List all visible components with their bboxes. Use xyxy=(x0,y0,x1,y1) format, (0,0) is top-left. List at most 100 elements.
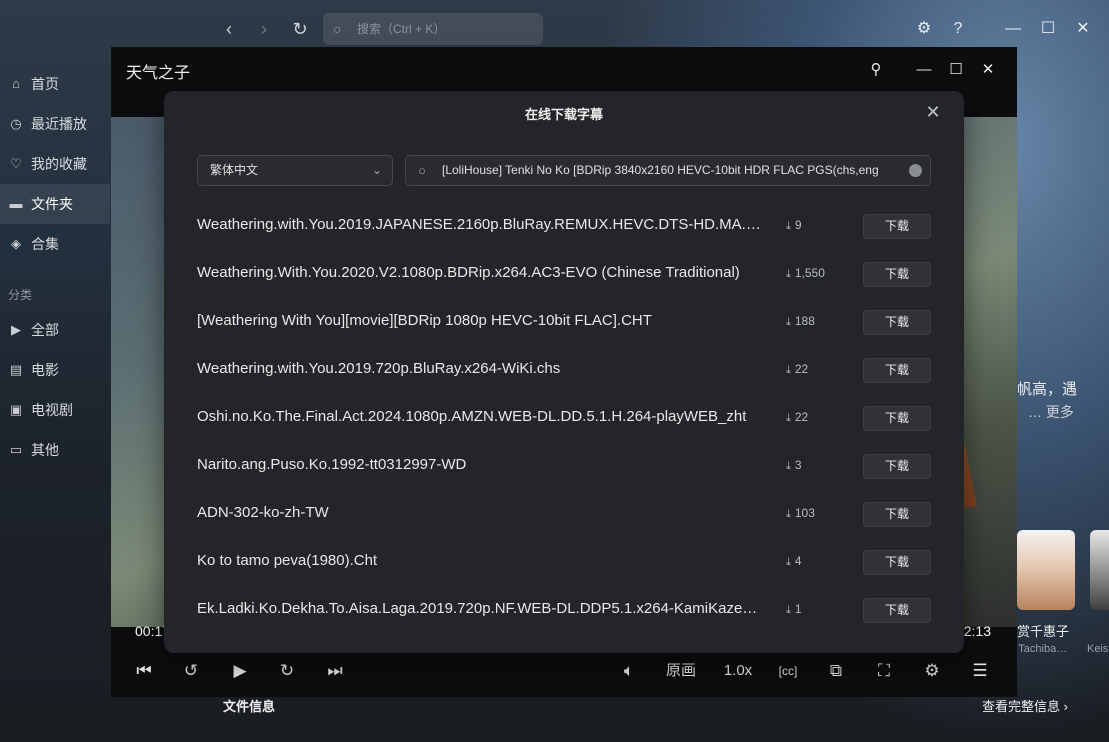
download-button[interactable]: 下载 xyxy=(863,214,931,239)
language-select-value: 繁体中文 xyxy=(210,163,259,177)
quality-button[interactable]: 原画 xyxy=(661,657,701,685)
play-icon[interactable]: ▶ xyxy=(227,657,253,685)
sidebar-item-folders[interactable]: ▬ 文件夹 xyxy=(0,184,110,224)
download-count-value: 188 xyxy=(794,314,815,328)
fullscreen-icon[interactable]: ⛶ xyxy=(871,657,897,685)
subtitle-name: ADN-302-ko-zh-TW xyxy=(197,504,329,521)
sidebar-item-label: 全部 xyxy=(31,322,59,338)
download-icon: ⤓ xyxy=(786,412,791,424)
download-button[interactable]: 下载 xyxy=(863,598,931,623)
download-count-value: 103 xyxy=(794,506,815,520)
sidebar-item-collections[interactable]: ◈ 合集 xyxy=(0,224,110,264)
forward-15-icon[interactable]: ↻ xyxy=(274,657,300,685)
cast-name: 赏千惠子 xyxy=(1017,624,1070,639)
pin-icon[interactable]: ⚲ xyxy=(863,57,889,83)
download-count: ⤓ 4 xyxy=(786,554,802,569)
cast-avatar[interactable] xyxy=(1090,530,1109,610)
more-link[interactable]: … 更多 xyxy=(1028,402,1074,422)
download-icon: ⤓ xyxy=(786,268,791,280)
language-select[interactable]: 繁体中文 ⌄ xyxy=(197,155,393,186)
download-button[interactable]: 下载 xyxy=(863,502,931,527)
full-info-link[interactable]: 查看完整信息 › xyxy=(982,696,1068,715)
download-button[interactable]: 下载 xyxy=(863,358,931,383)
download-icon: ⤓ xyxy=(786,316,791,328)
download-count-value: 1 xyxy=(794,602,802,616)
download-count-value: 3 xyxy=(794,458,802,472)
sidebar-item-other[interactable]: ▭ 其他 xyxy=(0,430,110,470)
sidebar-item-label: 文件夹 xyxy=(31,196,73,212)
window-close-icon[interactable]: ✕ xyxy=(1068,14,1098,44)
download-count: ⤓ 1,550 xyxy=(786,266,825,281)
tv-icon: ▣ xyxy=(9,402,23,417)
film-icon: ▤ xyxy=(9,362,23,377)
window-maximize-icon[interactable]: ☐ xyxy=(1033,14,1063,44)
subtitle-search-input[interactable]: ○ [LoliHouse] Tenki No Ko [BDRip 3840x21… xyxy=(405,155,931,186)
settings-gear-icon[interactable]: ⚙ xyxy=(919,657,945,685)
subtitles-icon[interactable]: [cc] xyxy=(775,657,801,685)
sidebar-item-recent[interactable]: ◷ 最近播放 xyxy=(0,104,110,144)
heart-icon: ♡ xyxy=(10,156,22,171)
download-icon: ⤓ xyxy=(786,604,791,616)
sidebar: ⌂ 首页 ◷ 最近播放 ♡ 我的收藏 ▬ 文件夹 ◈ 合集 分类 ▶ 全部 ▤ … xyxy=(0,64,110,470)
sidebar-item-label: 电影 xyxy=(31,362,59,378)
sidebar-item-favorites[interactable]: ♡ 我的收藏 xyxy=(0,144,110,184)
settings-icon[interactable]: ⚙ xyxy=(909,14,939,44)
player-maximize-icon[interactable]: ☐ xyxy=(943,57,969,83)
subtitle-results-list: Weathering.with.You.2019.JAPANESE.2160p.… xyxy=(164,202,964,634)
play-box-icon: ▶ xyxy=(11,322,21,337)
download-count: ⤓ 188 xyxy=(786,314,815,329)
sidebar-item-home[interactable]: ⌂ 首页 xyxy=(0,64,110,104)
download-button[interactable]: 下载 xyxy=(863,454,931,479)
file-info-heading: 文件信息 xyxy=(223,699,276,714)
download-count-value: 1,550 xyxy=(794,266,825,280)
download-button[interactable]: 下载 xyxy=(863,550,931,575)
chevron-down-icon: ⌄ xyxy=(371,163,382,177)
download-icon: ⤓ xyxy=(786,364,791,376)
download-count: ⤓ 1 xyxy=(786,602,802,617)
player-close-icon[interactable]: ✕ xyxy=(975,57,1001,83)
category-heading: 分类 xyxy=(8,288,33,302)
sidebar-item-movies[interactable]: ▤ 电影 xyxy=(0,350,110,390)
folder-icon: ▬ xyxy=(9,196,23,211)
download-button[interactable]: 下载 xyxy=(863,310,931,335)
search-placeholder: 搜索（Ctrl + K） xyxy=(357,22,446,36)
download-button[interactable]: 下载 xyxy=(863,406,931,431)
search-input[interactable]: ○ 搜索（Ctrl + K） xyxy=(323,13,543,45)
sidebar-item-all[interactable]: ▶ 全部 xyxy=(0,310,110,350)
dialog-close-icon[interactable]: ✕ xyxy=(922,101,944,123)
previous-icon[interactable]: ⏮ xyxy=(131,657,157,685)
download-button[interactable]: 下载 xyxy=(863,262,931,287)
download-count-value: 9 xyxy=(794,218,802,232)
player-controls: ⏮ ↺ ▶ ↻ ⏭ 🔈︎ 原画 1.0x [cc] ⧉ ⛶ ⚙ ☰ xyxy=(111,649,1017,693)
clear-input-icon[interactable] xyxy=(909,164,922,177)
clock-icon: ◷ xyxy=(10,116,22,131)
volume-icon[interactable]: 🔈︎ xyxy=(616,657,642,685)
help-icon[interactable]: ? xyxy=(943,14,973,44)
video-icon: ▭ xyxy=(9,442,23,457)
playlist-icon[interactable]: ☰ xyxy=(967,657,993,685)
window-minimize-icon[interactable]: — xyxy=(998,14,1028,44)
player-minimize-icon[interactable]: — xyxy=(911,57,937,83)
download-count-value: 22 xyxy=(794,410,809,424)
subtitle-name: Ko to tamo peva(1980).Cht xyxy=(197,552,378,569)
list-item: Weathering.With.You.2020.V2.1080p.BDRip.… xyxy=(164,250,964,298)
forward-icon[interactable]: › xyxy=(251,16,277,42)
next-icon[interactable]: ⏭ xyxy=(322,657,348,685)
sidebar-item-label: 合集 xyxy=(31,236,59,252)
subtitle-name: [Weathering With You][movie][BDRip 1080p… xyxy=(197,312,652,329)
refresh-icon[interactable]: ↻ xyxy=(287,16,313,42)
download-count: ⤓ 103 xyxy=(786,506,815,521)
sidebar-item-label: 电视剧 xyxy=(31,402,73,418)
download-icon: ⤓ xyxy=(786,460,791,472)
download-count-value: 4 xyxy=(794,554,802,568)
rewind-15-icon[interactable]: ↺ xyxy=(178,657,204,685)
picture-in-picture-icon[interactable]: ⧉ xyxy=(823,657,849,685)
back-icon[interactable]: ‹ xyxy=(216,16,242,42)
subtitle-name: Narito.ang.Puso.Ko.1992-tt0312997-WD xyxy=(197,456,467,473)
list-item: Narito.ang.Puso.Ko.1992-tt0312997-WD ⤓ 3 … xyxy=(164,442,964,490)
subtitle-search-value: [LoliHouse] Tenki No Ko [BDRip 3840x2160… xyxy=(442,163,879,177)
cast-avatar[interactable] xyxy=(1017,530,1075,610)
speed-button[interactable]: 1.0x xyxy=(718,657,758,685)
subtitle-name: Weathering.with.You.2019.720p.BluRay.x26… xyxy=(197,360,561,377)
sidebar-item-tv[interactable]: ▣ 电视剧 xyxy=(0,390,110,430)
